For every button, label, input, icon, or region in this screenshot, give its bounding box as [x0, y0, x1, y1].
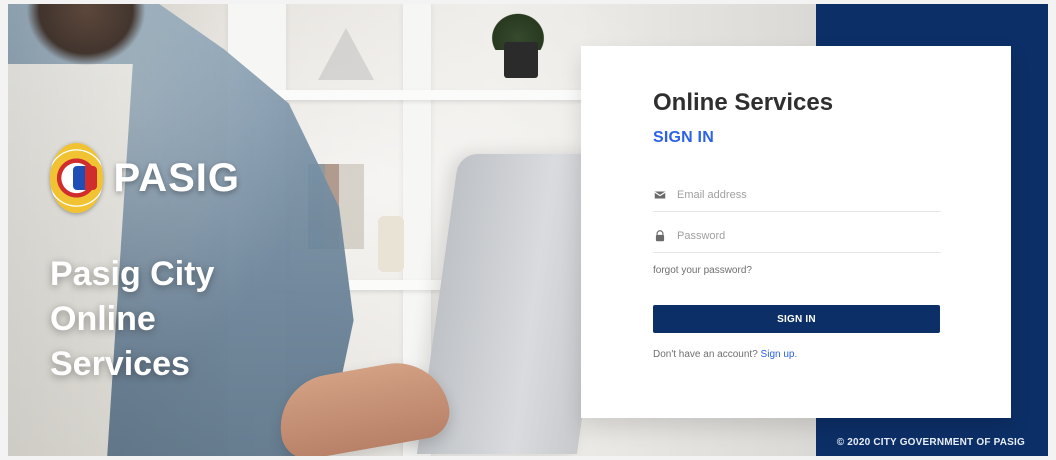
city-seal-icon — [50, 143, 104, 213]
password-input[interactable] — [677, 224, 927, 247]
lock-icon — [653, 229, 667, 243]
login-title: Online Services — [653, 89, 834, 116]
hero-headline-line-2: Online — [50, 300, 156, 338]
envelope-icon — [653, 188, 667, 202]
pasig-logo: PASIG — [50, 143, 240, 213]
hero-headline-line-3: Services — [50, 345, 190, 383]
hero-headline-line-1: Pasig City — [50, 255, 215, 293]
sign-in-button[interactable]: SIGN IN — [653, 305, 940, 333]
login-card: Online Services SIGN IN forgot your pass… — [581, 46, 1011, 418]
forgot-password-link[interactable]: forgot your password? — [653, 265, 752, 276]
login-subtitle: SIGN IN — [653, 129, 714, 146]
password-field-row — [653, 219, 941, 253]
email-input[interactable] — [677, 183, 927, 206]
page-frame: PASIG Pasig City Online Services Online … — [0, 0, 1056, 460]
email-field-row — [653, 178, 941, 212]
pasig-logo-text: PASIG — [113, 155, 240, 200]
hero-headline: Pasig City Online Services — [50, 252, 310, 387]
sign-up-link[interactable]: Sign up. — [761, 349, 798, 360]
signup-line: Don't have an account? Sign up. — [653, 349, 797, 360]
copyright-footer: © 2020 CITY GOVERNMENT OF PASIG — [836, 437, 1025, 448]
no-account-text: Don't have an account? — [653, 349, 758, 360]
